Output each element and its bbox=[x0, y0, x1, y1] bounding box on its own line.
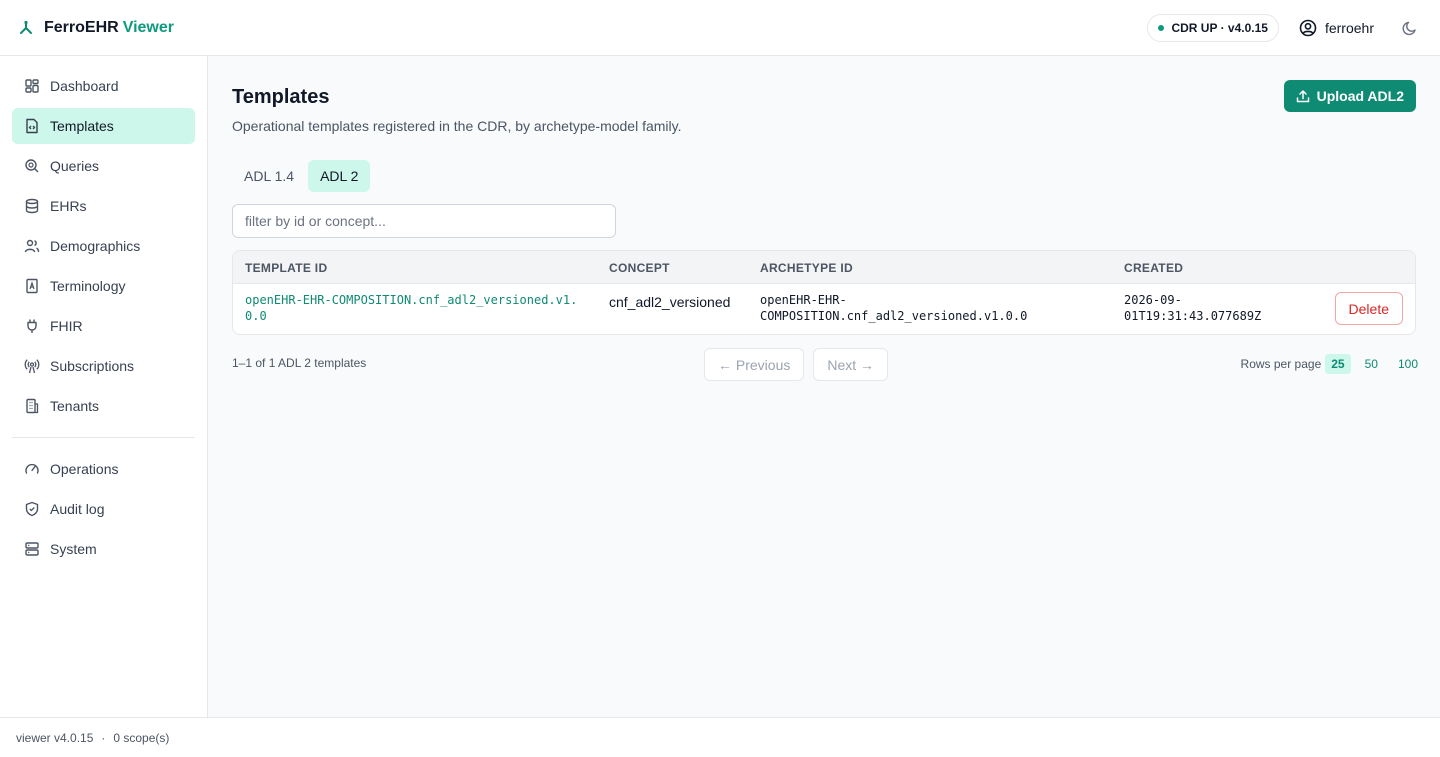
rows-option-50[interactable]: 50 bbox=[1359, 354, 1384, 374]
status-dot-icon bbox=[1158, 24, 1165, 31]
cdr-status-badge: CDR UP · v4.0.15 bbox=[1147, 13, 1279, 42]
table-row: openEHR-EHR-COMPOSITION.cnf_adl2_version… bbox=[233, 284, 1415, 334]
upload-button-label: Upload ADL2 bbox=[1316, 88, 1404, 104]
sidebar-item-terminology[interactable]: Terminology bbox=[12, 268, 195, 304]
sidebar-item-ehrs[interactable]: EHRs bbox=[12, 188, 195, 224]
page-title: Templates bbox=[232, 86, 330, 108]
next-page-button[interactable]: Next → bbox=[813, 348, 889, 381]
page-subtitle: Operational templates registered in the … bbox=[232, 118, 682, 134]
rows-option-100[interactable]: 100 bbox=[1392, 354, 1424, 374]
sidebar-item-dashboard[interactable]: Dashboard bbox=[12, 68, 195, 104]
result-count: 1–1 of 1 ADL 2 templates bbox=[232, 356, 367, 370]
previous-page-button[interactable]: ← Previous bbox=[704, 348, 805, 381]
broadcast-icon bbox=[24, 359, 40, 374]
server-icon bbox=[25, 542, 39, 556]
book-icon bbox=[26, 278, 38, 294]
database-icon bbox=[25, 198, 39, 214]
template-id-link[interactable]: openEHR-EHR-COMPOSITION.cnf_adl2_version… bbox=[245, 292, 585, 324]
users-icon bbox=[24, 239, 40, 253]
sidebar-item-label: Demographics bbox=[50, 238, 141, 254]
sidebar-item-fhir[interactable]: FHIR bbox=[12, 308, 195, 344]
rows-per-page: Rows per page 25 50 100 bbox=[1241, 354, 1424, 374]
sidebar: Dashboard Templates Queries EHRs Demogra… bbox=[0, 56, 208, 717]
plug-icon bbox=[27, 319, 37, 333]
sidebar-item-label: Terminology bbox=[50, 278, 126, 294]
created-cell: 2026-09-01T19:31:43.077689Z bbox=[1124, 293, 1262, 323]
sidebar-item-subscriptions[interactable]: Subscriptions bbox=[12, 348, 195, 384]
sidebar-item-system[interactable]: System bbox=[12, 531, 195, 567]
sidebar-item-label: Dashboard bbox=[50, 78, 119, 94]
gauge-icon bbox=[25, 463, 39, 474]
sidebar-item-demographics[interactable]: Demographics bbox=[12, 228, 195, 264]
footer-separator: · bbox=[101, 730, 106, 745]
pagination: ← Previous Next → bbox=[704, 348, 897, 381]
templates-table: TEMPLATE ID CONCEPT ARCHETYPE ID CREATED… bbox=[232, 250, 1416, 335]
archetype-id-cell: openEHR-EHR-COMPOSITION.cnf_adl2_version… bbox=[760, 293, 1028, 323]
brand-accent: Viewer bbox=[122, 18, 174, 36]
sidebar-item-label: Tenants bbox=[50, 398, 100, 414]
sidebar-item-label: EHRs bbox=[50, 198, 87, 214]
upload-icon bbox=[1296, 90, 1309, 103]
brand[interactable]: FerroEHR Viewer bbox=[18, 19, 174, 37]
delete-button[interactable]: Delete bbox=[1334, 292, 1403, 325]
tab-adl-1-4[interactable]: ADL 1.4 bbox=[232, 160, 306, 192]
adl-version-tabs: ADL 1.4 ADL 2 bbox=[232, 160, 372, 192]
user-menu[interactable]: ferroehr bbox=[1299, 19, 1374, 37]
search-icon bbox=[25, 159, 39, 173]
cdr-status-text: CDR UP · v4.0.15 bbox=[1171, 20, 1268, 35]
theme-toggle-button[interactable] bbox=[1402, 20, 1418, 36]
column-header-created: CREATED bbox=[1124, 261, 1184, 275]
sidebar-item-audit-log[interactable]: Audit log bbox=[12, 491, 195, 527]
main-content: Templates Operational templates register… bbox=[208, 56, 1440, 717]
user-circle-icon bbox=[1299, 19, 1317, 36]
viewer-version: viewer v4.0.15 bbox=[16, 730, 94, 745]
filter-input[interactable] bbox=[232, 204, 616, 238]
sidebar-item-label: FHIR bbox=[50, 318, 83, 334]
sidebar-item-label: Subscriptions bbox=[50, 358, 135, 374]
table-header: TEMPLATE ID CONCEPT ARCHETYPE ID CREATED bbox=[233, 251, 1415, 284]
grid-icon bbox=[25, 79, 39, 93]
username: ferroehr bbox=[1324, 19, 1374, 36]
sidebar-item-queries[interactable]: Queries bbox=[12, 148, 195, 184]
column-header-template-id: TEMPLATE ID bbox=[245, 261, 328, 275]
sidebar-item-label: Templates bbox=[50, 118, 114, 134]
scope-count: 0 scope(s) bbox=[113, 730, 170, 745]
top-bar: FerroEHR Viewer CDR UP · v4.0.15 ferroeh… bbox=[0, 0, 1440, 56]
column-header-archetype-id: ARCHETYPE ID bbox=[760, 261, 853, 275]
logo-icon bbox=[20, 20, 32, 34]
rows-option-25[interactable]: 25 bbox=[1325, 354, 1351, 374]
sidebar-item-operations[interactable]: Operations bbox=[12, 451, 195, 487]
file-code-icon bbox=[26, 118, 38, 134]
rows-per-page-label: Rows per page bbox=[1240, 357, 1322, 371]
moon-icon bbox=[1402, 21, 1416, 35]
building-icon bbox=[26, 398, 39, 414]
sidebar-item-templates[interactable]: Templates bbox=[12, 108, 195, 144]
footer: viewer v4.0.15 · 0 scope(s) bbox=[0, 717, 1440, 757]
brand-name: FerroEHR bbox=[44, 18, 119, 36]
tab-adl-2[interactable]: ADL 2 bbox=[308, 160, 371, 192]
sidebar-item-label: Operations bbox=[50, 461, 119, 477]
upload-adl2-button[interactable]: Upload ADL2 bbox=[1283, 80, 1416, 112]
shield-icon bbox=[25, 501, 39, 517]
sidebar-item-label: System bbox=[50, 541, 97, 557]
sidebar-item-label: Audit log bbox=[50, 501, 105, 517]
column-header-concept: CONCEPT bbox=[609, 261, 670, 275]
concept-cell: cnf_adl2_versioned bbox=[609, 294, 731, 310]
sidebar-item-label: Queries bbox=[50, 158, 100, 174]
sidebar-divider bbox=[12, 437, 195, 438]
sidebar-item-tenants[interactable]: Tenants bbox=[12, 388, 195, 424]
